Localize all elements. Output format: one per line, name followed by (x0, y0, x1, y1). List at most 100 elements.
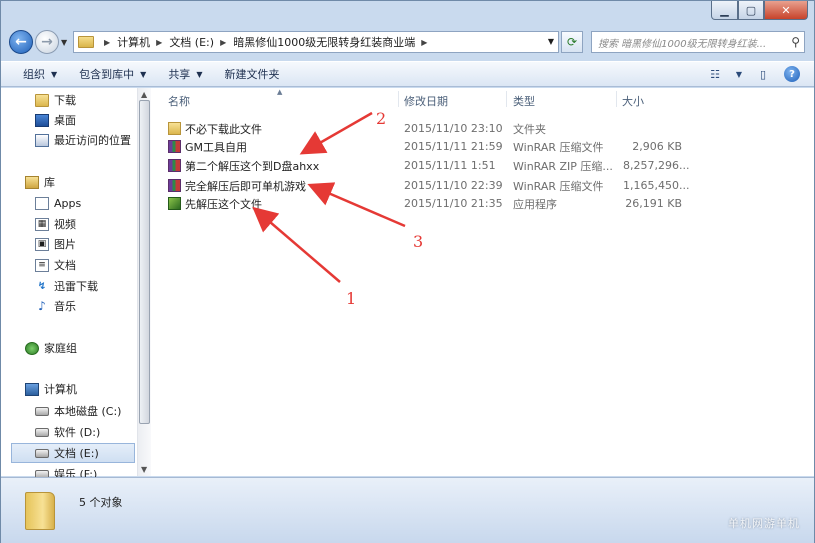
column-header-modified[interactable]: 修改日期 (404, 93, 448, 109)
sidebar-item-computer[interactable]: 计算机 (25, 379, 77, 399)
back-button[interactable]: ← (9, 30, 33, 54)
sidebar-item-videos[interactable]: ▦ 视频 (35, 214, 76, 234)
view-options-icon[interactable]: ☷ (706, 66, 724, 82)
sidebar-item-thunder-downloads[interactable]: ↯ 迅雷下载 (35, 276, 98, 296)
column-divider[interactable] (398, 91, 399, 107)
scroll-up-icon[interactable]: ▲ (141, 90, 147, 99)
chevron-right-icon[interactable]: ▶ (156, 38, 162, 47)
chevron-down-icon: ▼ (51, 69, 58, 79)
sidebar-item-homegroup[interactable]: 家庭组 (25, 338, 77, 358)
maximize-icon: ▢ (745, 3, 757, 17)
file-row[interactable]: 不必下载此文件 2015/11/10 23:10 文件夹 (168, 119, 708, 138)
file-date: 2015/11/10 21:35 (404, 197, 503, 210)
sidebar-item-label: 下载 (54, 94, 76, 107)
sidebar-item-libraries[interactable]: 库 (25, 172, 55, 192)
sidebar-item-recent[interactable]: 最近访问的位置 (35, 130, 131, 150)
sidebar-item-label: 计算机 (44, 383, 77, 396)
sidebar-item-label: 文档 (E:) (54, 447, 99, 460)
address-bar[interactable]: ▶ 计算机 ▶ 文档 (E:) ▶ 暗黑修仙1000级无限转身红装商业端 ▶ ▼ (73, 31, 559, 53)
minimize-button[interactable]: ▁ (711, 1, 738, 20)
organize-menu[interactable]: 组织 ▼ (23, 66, 57, 82)
recent-places-icon (35, 133, 49, 147)
scrollbar-thumb[interactable] (139, 100, 150, 424)
sidebar-item-label: 桌面 (54, 114, 76, 127)
sidebar-item-desktop[interactable]: 桌面 (35, 110, 76, 130)
close-button[interactable]: ✕ (764, 1, 808, 20)
share-menu[interactable]: 共享 ▼ (168, 66, 202, 82)
item-count: 5 个对象 (79, 496, 123, 509)
file-type: WinRAR ZIP 压缩... (513, 159, 613, 173)
maximize-button[interactable]: ▢ (738, 1, 764, 20)
details-pane: 5 个对象 单机网游单机 (1, 477, 814, 543)
column-divider[interactable] (616, 91, 617, 107)
forward-button[interactable]: → (35, 30, 59, 54)
preview-pane-icon[interactable]: ▯ (754, 66, 772, 82)
scroll-down-icon[interactable]: ▼ (141, 465, 147, 474)
search-icon[interactable]: ⚲ (791, 35, 800, 49)
close-icon: ✕ (781, 3, 791, 17)
file-type: WinRAR 压缩文件 (513, 179, 604, 193)
file-row[interactable]: 第二个解压这个到D盘ahxx 2015/11/11 1:51 WinRAR ZI… (168, 156, 708, 175)
sidebar-item-label: 软件 (D:) (54, 426, 101, 439)
include-in-library-menu[interactable]: 包含到库中 ▼ (79, 66, 146, 82)
sidebar-item-apps[interactable]: Apps (35, 193, 81, 213)
file-size: 26,191 KB (625, 197, 682, 210)
file-name: 完全解压后即可单机游戏 (185, 179, 306, 193)
sidebar-item-documents[interactable]: ≡ 文档 (35, 255, 76, 275)
chevron-right-icon[interactable]: ▶ (104, 38, 110, 47)
explorer-window: ▁ ▢ ✕ ← → ▼ ▶ 计算机 ▶ 文档 (E:) ▶ 暗黑修仙1000级无… (0, 0, 815, 543)
sidebar-item-drive-c[interactable]: 本地磁盘 (C:) (35, 401, 121, 421)
chevron-down-icon: ▼ (140, 69, 147, 79)
file-type: WinRAR 压缩文件 (513, 140, 604, 154)
recent-pages-dropdown[interactable]: ▼ (61, 38, 67, 47)
drive-icon (35, 406, 49, 416)
sidebar-item-downloads[interactable]: 下载 (35, 90, 76, 110)
download-folder-icon (35, 93, 49, 107)
title-bar: ▁ ▢ ✕ (1, 1, 814, 25)
breadcrumb-current-folder[interactable]: 暗黑修仙1000级无限转身红装商业端 (233, 34, 415, 50)
chevron-right-icon[interactable]: ▶ (220, 38, 226, 47)
sidebar-item-drive-d[interactable]: 软件 (D:) (35, 422, 100, 442)
sidebar-item-label: Apps (54, 196, 82, 210)
file-name: 先解压这个文件 (185, 197, 262, 211)
chevron-down-icon[interactable]: ▼ (730, 66, 748, 82)
rar-archive-icon (168, 179, 181, 192)
sidebar-item-pictures[interactable]: ▣ 图片 (35, 234, 76, 254)
file-date: 2015/11/11 1:51 (404, 159, 496, 172)
search-input[interactable]: 搜索 暗黑修仙1000级无限转身红装... ⚲ (591, 31, 805, 53)
breadcrumb-drive-e[interactable]: 文档 (E:) (169, 34, 214, 50)
view-controls: ☷ ▼ ▯ ? (700, 66, 800, 82)
sidebar-item-label: 视频 (54, 218, 76, 231)
address-history-dropdown[interactable]: ▼ (548, 37, 554, 46)
help-icon[interactable]: ? (784, 66, 800, 82)
chevron-right-icon[interactable]: ▶ (421, 38, 427, 47)
organize-label: 组织 (23, 68, 45, 81)
sidebar-item-label: 音乐 (54, 300, 76, 313)
column-headers: ▲ 名称 修改日期 类型 大小 (152, 88, 814, 114)
minimize-icon: ▁ (720, 3, 729, 17)
file-row[interactable]: GM工具自用 2015/11/11 21:59 WinRAR 压缩文件 2,90… (168, 137, 708, 156)
new-folder-button[interactable]: 新建文件夹 (224, 66, 279, 82)
refresh-button[interactable]: ⟳ (561, 31, 583, 53)
search-placeholder: 搜索 暗黑修仙1000级无限转身红装... (598, 38, 767, 50)
column-header-name[interactable]: 名称 (168, 93, 190, 109)
sidebar-scrollbar[interactable]: ▲ ▼ (137, 88, 151, 476)
file-row[interactable]: 完全解压后即可单机游戏 2015/11/10 22:39 WinRAR 压缩文件… (168, 176, 708, 195)
drive-icon (35, 427, 49, 437)
sidebar-item-label: 家庭组 (44, 342, 77, 355)
document-library-icon: ≡ (35, 258, 49, 272)
column-divider[interactable] (506, 91, 507, 107)
sidebar-item-drive-e[interactable]: 文档 (E:) (11, 443, 135, 463)
column-header-size[interactable]: 大小 (622, 93, 644, 109)
column-header-type[interactable]: 类型 (513, 93, 535, 109)
sidebar-item-music[interactable]: ♪ 音乐 (35, 296, 76, 316)
video-library-icon: ▦ (35, 217, 49, 231)
library-icon (25, 175, 39, 189)
watermark: 单机网游单机 (728, 517, 800, 530)
include-in-library-label: 包含到库中 (79, 68, 135, 81)
file-size: 1,165,450... (623, 179, 690, 192)
folder-icon (168, 122, 181, 135)
breadcrumb-computer[interactable]: 计算机 (117, 34, 150, 50)
command-bar: 组织 ▼ 包含到库中 ▼ 共享 ▼ 新建文件夹 ☷ ▼ ▯ ? (1, 61, 814, 87)
file-row[interactable]: 先解压这个文件 2015/11/10 21:35 应用程序 26,191 KB (168, 194, 708, 213)
